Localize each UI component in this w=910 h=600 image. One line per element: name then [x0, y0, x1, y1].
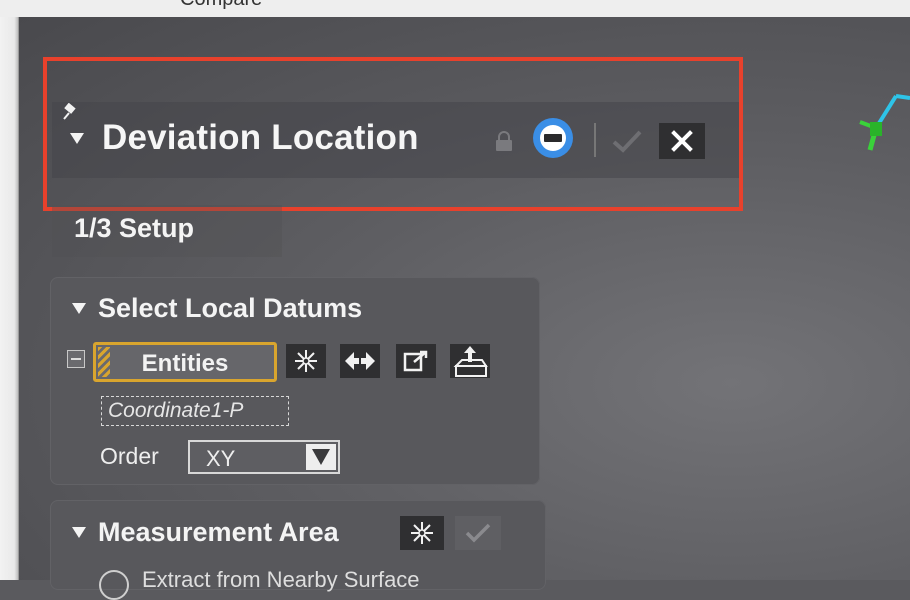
- pick-icon: [295, 350, 317, 372]
- axis-triad-icon: [859, 94, 910, 151]
- pick-button[interactable]: [286, 344, 326, 378]
- group-title: Select Local Datums: [98, 293, 363, 323]
- step-label: 1/3 Setup: [74, 213, 195, 243]
- order-dropdown[interactable]: XY: [188, 440, 340, 474]
- flip-button[interactable]: [340, 344, 380, 378]
- radio-button[interactable]: [99, 570, 129, 600]
- coordinate-field[interactable]: Coordinate1-P: [101, 396, 289, 426]
- collapse-minus-icon[interactable]: [67, 350, 85, 368]
- app-tab-label: Compare: [180, 0, 262, 11]
- export-icon: [403, 350, 428, 372]
- title-bar: Compare: [0, 0, 910, 18]
- datum-button[interactable]: [450, 344, 490, 378]
- left-panel-edge: [0, 17, 19, 580]
- export-button[interactable]: [396, 344, 436, 378]
- highlight-box: [43, 57, 743, 211]
- group-title: Measurement Area: [98, 517, 339, 547]
- collapse-triangle-icon[interactable]: [72, 527, 86, 538]
- order-label: Order: [100, 443, 159, 469]
- step-indicator: 1/3 Setup: [52, 205, 282, 257]
- entities-button-label: Entities: [141, 350, 229, 377]
- collapse-triangle-icon[interactable]: [72, 303, 86, 314]
- select-local-datums-header[interactable]: Select Local Datums: [72, 293, 362, 324]
- check-icon: [465, 523, 491, 543]
- measurement-area-header[interactable]: Measurement Area: [72, 517, 339, 548]
- area-pick-button[interactable]: [400, 516, 444, 550]
- entities-button[interactable]: Entities: [93, 342, 277, 382]
- pick-icon: [411, 522, 433, 544]
- area-confirm-button[interactable]: [455, 516, 501, 550]
- order-value: XY: [206, 446, 236, 471]
- flip-arrows-icon: [345, 351, 375, 371]
- radio-option-label: Extract from Nearby Surface: [142, 567, 420, 592]
- dropdown-arrow-icon[interactable]: [306, 444, 336, 470]
- datum-icon: [453, 346, 488, 377]
